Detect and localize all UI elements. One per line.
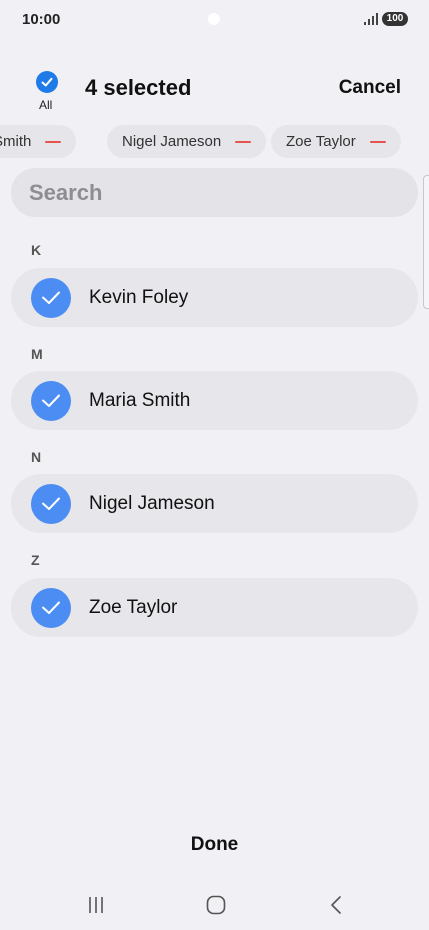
back-icon[interactable] [324,894,348,916]
contact-name: Kevin Foley [89,287,189,308]
home-icon[interactable] [204,894,228,916]
selected-chips-strip[interactable]: Smith Nigel Jameson Zoe Taylor [0,125,429,159]
check-icon [41,77,53,87]
chip-label: Zoe Taylor [286,133,356,150]
section-header-n: N [31,449,42,465]
contact-row[interactable]: Nigel Jameson [11,474,418,533]
recents-icon[interactable] [84,894,108,916]
contact-name: Zoe Taylor [89,597,178,618]
minus-icon[interactable] [369,140,386,143]
contact-row[interactable]: Zoe Taylor [11,578,418,637]
contact-checkbox[interactable] [31,484,71,524]
check-icon [42,601,60,614]
selection-header: All 4 selected Cancel [0,64,429,120]
selected-chip[interactable]: Smith [0,125,77,158]
contact-checkbox[interactable] [31,588,71,628]
battery-icon: 100 [382,12,408,26]
search-input[interactable] [11,168,418,217]
scrollbar-handle[interactable] [423,175,429,309]
select-all-checkbox[interactable] [36,71,58,93]
navigation-bar [0,888,429,922]
contact-checkbox[interactable] [31,381,71,421]
section-header-k: K [31,242,42,258]
contact-row[interactable]: Kevin Foley [11,268,418,327]
status-time: 10:00 [22,11,61,28]
check-icon [42,497,60,510]
section-header-z: Z [31,552,40,568]
chip-label: Smith [0,133,32,150]
check-icon [42,394,60,407]
chip-label: Nigel Jameson [122,133,222,150]
contact-name: Maria Smith [89,390,191,411]
status-bar: 10:00 100 [0,0,429,40]
camera-cutout [208,13,220,25]
minus-icon[interactable] [45,140,62,143]
search-bar[interactable] [11,168,418,217]
section-header-m: M [31,346,43,362]
contact-checkbox[interactable] [31,278,71,318]
signal-icon [364,13,378,25]
selected-chip[interactable]: Zoe Taylor [271,125,401,158]
contact-row[interactable]: Maria Smith [11,371,418,430]
cancel-button[interactable]: Cancel [339,77,401,99]
selected-count-title: 4 selected [85,75,192,100]
contact-name: Nigel Jameson [89,493,215,514]
check-icon [42,291,60,304]
select-all-label: All [39,98,53,112]
minus-icon[interactable] [235,140,252,143]
done-button[interactable]: Done [0,834,429,856]
selected-chip[interactable]: Nigel Jameson [107,125,267,158]
